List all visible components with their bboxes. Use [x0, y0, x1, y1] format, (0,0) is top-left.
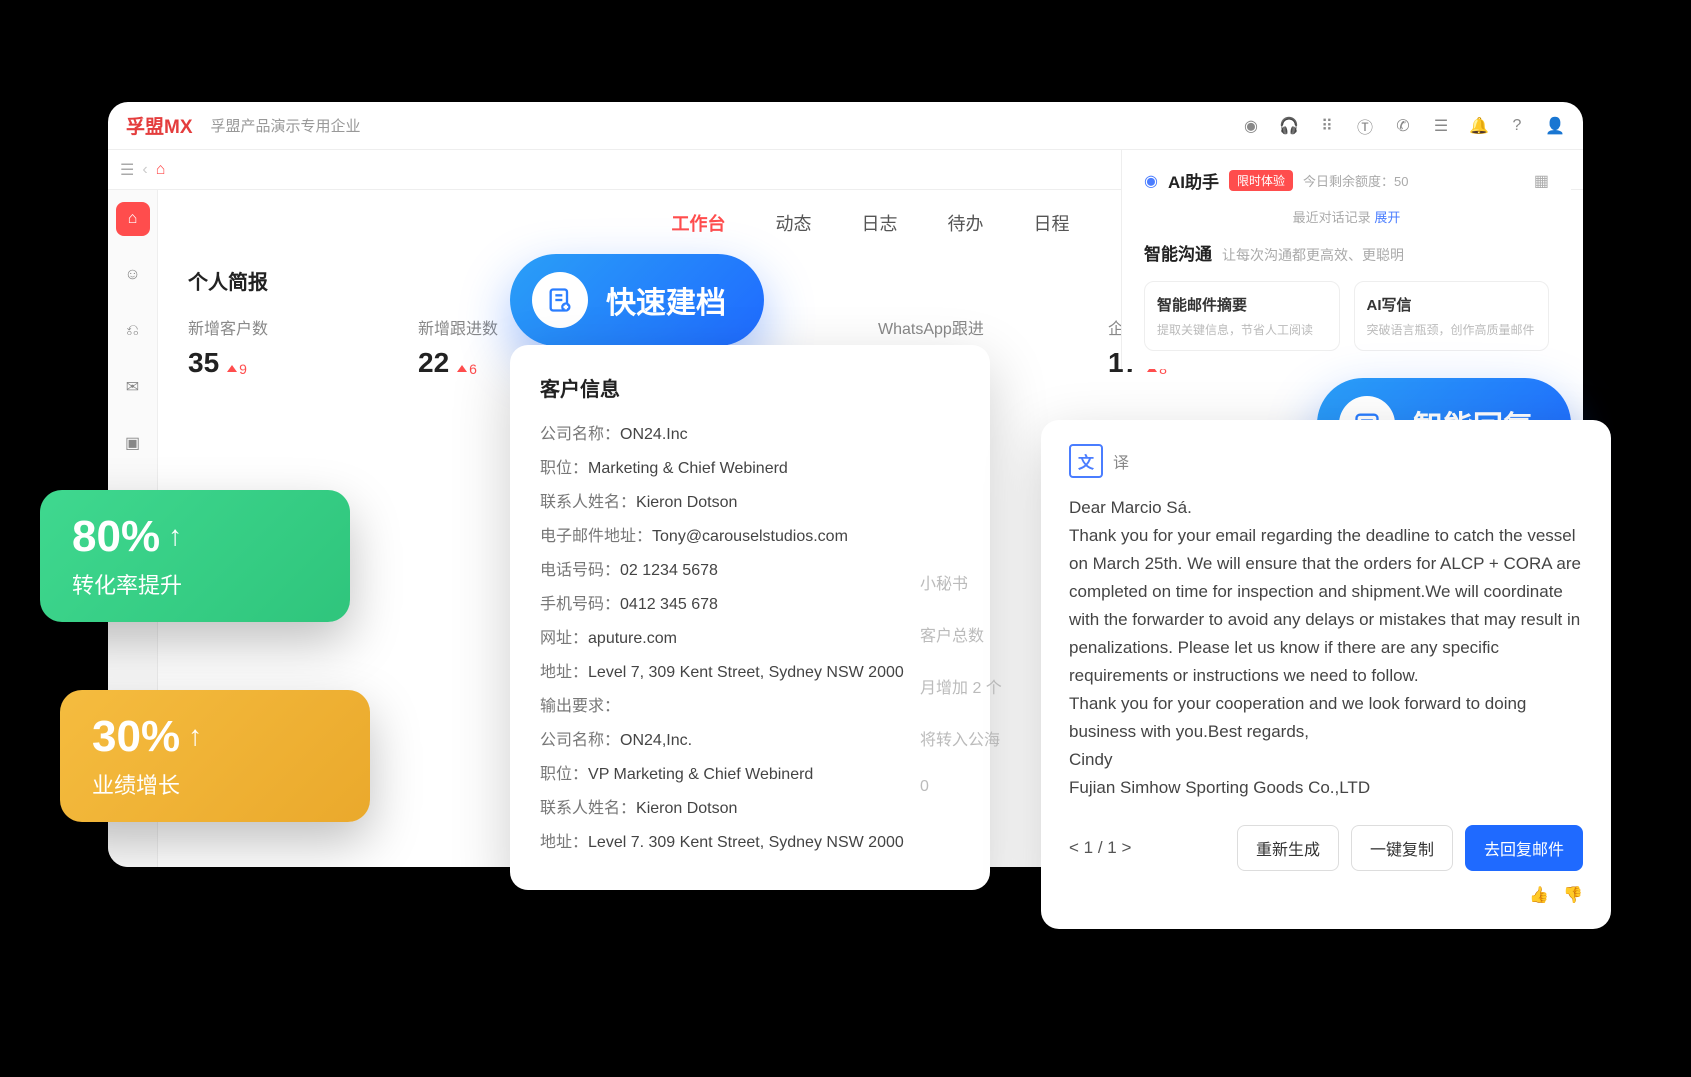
result-pager[interactable]: < 1 / 1 >: [1069, 838, 1131, 858]
avatar-icon[interactable]: 👤: [1545, 116, 1565, 136]
stat-delta: 6: [457, 361, 477, 377]
faded-sidebar-text: 小秘书客户总数月增加 2 个将转入公海0: [920, 570, 1002, 824]
stat-value: 22: [418, 347, 449, 379]
email-body: Dear Marcio Sá.Thank you for your email …: [1069, 494, 1583, 803]
customer-info-row: 网址：aputure.com: [540, 624, 960, 648]
home-icon[interactable]: ⌂: [156, 161, 166, 179]
thumbs-down-icon[interactable]: 👎: [1563, 885, 1583, 905]
tab-schedule[interactable]: 日程: [1034, 210, 1070, 236]
bell-icon[interactable]: 🔔: [1469, 116, 1489, 136]
qr-icon[interactable]: ▦: [1534, 171, 1549, 191]
headset-icon[interactable]: 🎧: [1279, 116, 1299, 136]
stat-delta: 9: [227, 361, 247, 377]
customer-info-row: 输出要求：: [540, 692, 960, 716]
translate-source-icon[interactable]: 文: [1069, 444, 1103, 478]
stat-card-conversion: 80%↑ 转化率提升: [40, 490, 350, 622]
ai-card-write[interactable]: AI写信 突破语言瓶颈，创作高质量邮件: [1354, 281, 1550, 351]
customer-info-row: 地址：Level 7, 309 Kent Street, Sydney NSW …: [540, 658, 960, 682]
customer-info-row: 电话号码：02 1234 5678: [540, 556, 960, 580]
customer-info-card: 客户信息 公司名称：ON24.Inc 职位：Marketing & Chief W…: [510, 345, 990, 890]
customer-info-row: 联系人姓名：Kieron Dotson: [540, 488, 960, 512]
tab-activity[interactable]: 动态: [776, 210, 812, 236]
quick-create-button[interactable]: 快速建档: [510, 254, 764, 346]
tab-log[interactable]: 日志: [862, 210, 898, 236]
sidebar-item-structure[interactable]: ⎌: [116, 314, 150, 348]
org-name: 孚盟产品演示专用企业: [211, 115, 361, 136]
list-icon[interactable]: ☰: [1431, 116, 1451, 136]
smart-comm-header: 智能沟通让每次沟通都更高效、更聪明: [1144, 240, 1549, 265]
triangle-up-icon: [227, 365, 237, 372]
customer-info-row: 手机号码：0412 345 678: [540, 590, 960, 614]
stat-label: WhatsApp跟进: [878, 315, 1018, 339]
sidebar-item-mail[interactable]: ✉: [116, 370, 150, 404]
triangle-up-icon: [457, 365, 467, 372]
letter-t-icon[interactable]: Ⓣ: [1355, 116, 1375, 136]
eye-icon[interactable]: ◉: [1241, 116, 1261, 136]
ai-assistant-panel: ◉ AI助手 限时体验 今日剩余额度：50 ▦ 最近对话记录 展开 智能沟通让每…: [1121, 150, 1571, 369]
logo: 孚盟MX: [126, 112, 193, 139]
sidebar-item-home[interactable]: ⌂: [116, 202, 150, 236]
sidebar-item-archive[interactable]: ▣: [116, 426, 150, 460]
customer-info-row: 职位：VP Marketing & Chief Webinerd: [540, 760, 960, 784]
go-reply-button[interactable]: 去回复邮件: [1465, 825, 1583, 871]
customer-info-row: 地址：Level 7. 309 Kent Street, Sydney NSW …: [540, 828, 960, 852]
grid-icon[interactable]: ⠿: [1317, 116, 1337, 136]
tab-todo[interactable]: 待办: [948, 210, 984, 236]
titlebar-actions: ◉ 🎧 ⠿ Ⓣ ✆ ☰ 🔔 ? 👤: [1241, 116, 1565, 136]
back-icon[interactable]: ‹: [142, 161, 147, 179]
arrow-up-icon: ↑: [188, 720, 202, 752]
ai-card-summary[interactable]: 智能邮件摘要 提取关键信息，节省人工阅读: [1144, 281, 1340, 351]
customer-info-row: 公司名称：ON24,Inc.: [540, 726, 960, 750]
recent-conv-row: 最近对话记录 展开: [1144, 207, 1549, 226]
thumbs-up-icon[interactable]: 👍: [1529, 885, 1549, 905]
document-plus-icon: [532, 272, 588, 328]
help-icon[interactable]: ?: [1507, 116, 1527, 136]
copy-button[interactable]: 一键复制: [1351, 825, 1453, 871]
ai-quota: 今日剩余额度：50: [1303, 171, 1408, 190]
ai-icon: ◉: [1144, 171, 1158, 191]
customer-info-row: 联系人姓名：Kieron Dotson: [540, 794, 960, 818]
stat-value: 35: [188, 347, 219, 379]
customer-info-row: 电子邮件地址：Tony@carouselstudios.com: [540, 522, 960, 546]
arrow-up-icon: ↑: [168, 520, 182, 552]
regenerate-button[interactable]: 重新生成: [1237, 825, 1339, 871]
smart-reply-card: 文 译 Dear Marcio Sá.Thank you for your em…: [1041, 420, 1611, 929]
stat-item: 新增客户数 35 9: [188, 315, 328, 379]
customer-info-title: 客户信息: [540, 373, 960, 402]
stat-card-growth: 30%↑ 业绩增长: [60, 690, 370, 822]
customer-info-row: 公司名称：ON24.Inc: [540, 420, 960, 444]
menu-collapse-icon[interactable]: ☰: [120, 160, 134, 180]
expand-link[interactable]: 展开: [1374, 210, 1400, 225]
tab-workbench[interactable]: 工作台: [672, 210, 726, 236]
limited-badge: 限时体验: [1229, 170, 1293, 191]
titlebar: 孚盟MX 孚盟产品演示专用企业 ◉ 🎧 ⠿ Ⓣ ✆ ☰ 🔔 ? 👤: [108, 102, 1583, 150]
customer-info-row: 职位：Marketing & Chief Webinerd: [540, 454, 960, 478]
translate-label: 译: [1113, 449, 1129, 473]
sidebar-item-contacts[interactable]: ☺: [116, 258, 150, 292]
whatsapp-icon[interactable]: ✆: [1393, 116, 1413, 136]
ai-title: AI助手: [1168, 168, 1219, 193]
stat-label: 新增客户数: [188, 315, 328, 339]
